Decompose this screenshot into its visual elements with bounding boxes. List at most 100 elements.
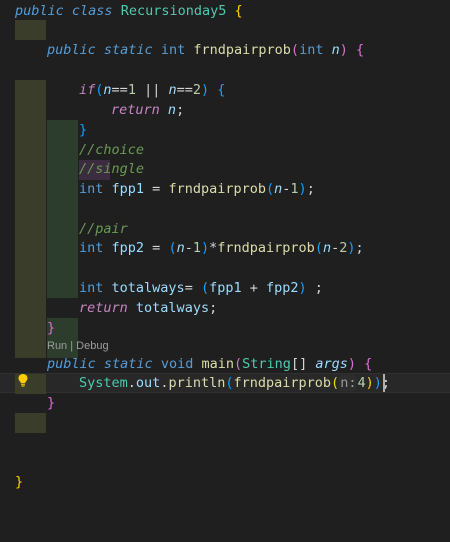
- code-line-17[interactable]: }: [0, 318, 450, 358]
- number: 1: [127, 82, 136, 98]
- param-type: int: [299, 42, 324, 58]
- code-line-5[interactable]: if(n==1 || n==2) {: [0, 80, 450, 140]
- type-void: void: [160, 356, 194, 372]
- code-line-7[interactable]: }: [0, 120, 450, 180]
- code-line-1[interactable]: public class Recursionday5 {: [0, 1, 450, 21]
- number: 1: [192, 240, 201, 256]
- keyword-static: static: [103, 42, 153, 58]
- code-line-3[interactable]: public static int frndpairprob(int n) {: [0, 40, 450, 60]
- semicolon: ;: [176, 102, 185, 118]
- number: 4: [357, 375, 366, 391]
- open-paren: (: [200, 280, 210, 296]
- open-paren: (: [225, 375, 234, 391]
- method-name-main: main: [201, 356, 235, 372]
- keyword-return: return: [111, 102, 160, 118]
- code-line-20[interactable]: }: [0, 393, 450, 433]
- operator-assign: =: [144, 240, 169, 256]
- open-paren: (: [168, 240, 177, 256]
- number: 2: [192, 82, 202, 98]
- code-line-18[interactable]: public static void main(String[] args) {: [0, 354, 450, 394]
- operator: ==: [111, 82, 128, 98]
- keyword-class: class: [71, 3, 113, 19]
- operator-assign: =: [144, 181, 169, 197]
- comment: //pair: [79, 221, 128, 237]
- type-int: int: [79, 181, 104, 197]
- param-name: n: [331, 42, 340, 58]
- close-brace: }: [47, 320, 56, 336]
- open-paren: (: [290, 42, 300, 58]
- keyword-static: static: [103, 356, 153, 372]
- code-line-16[interactable]: return totalways;: [0, 298, 450, 358]
- code-line-4-blank[interactable]: [0, 60, 450, 100]
- code-line-21[interactable]: }: [0, 472, 450, 492]
- semicolon: ;: [306, 280, 323, 296]
- var-fpp2: fpp2: [266, 280, 299, 296]
- close-paren: ): [347, 356, 356, 372]
- var-n: n: [168, 82, 177, 98]
- type-int: int: [160, 42, 186, 58]
- codelens-run-link[interactable]: Run: [47, 340, 67, 352]
- comment: //single: [79, 161, 145, 177]
- method-call: frndpairprob: [217, 240, 315, 256]
- operator-plus: +: [241, 280, 266, 296]
- keyword-if: if: [79, 82, 96, 98]
- open-paren: (: [265, 181, 275, 197]
- comment: //choice: [79, 142, 145, 158]
- close-paren: ): [298, 280, 307, 296]
- var-totalways: totalways: [111, 280, 185, 296]
- code-line-13[interactable]: int fpp2 = (n-1)*frndpairprob(n-2);: [0, 238, 450, 298]
- close-brace: }: [15, 474, 24, 490]
- code-line-15[interactable]: int totalways= (fpp1 + fpp2) ;: [0, 278, 450, 338]
- var-n: n: [167, 102, 177, 118]
- operator-minus: -: [184, 240, 193, 256]
- operator: ==: [176, 82, 193, 98]
- code-line-14-blank[interactable]: [0, 258, 450, 298]
- codelens-debug-link[interactable]: Debug: [76, 340, 108, 352]
- dot: .: [127, 375, 136, 391]
- close-paren: ): [201, 240, 210, 256]
- class-system: System: [79, 375, 128, 391]
- semicolon: ;: [355, 240, 364, 256]
- code-line-11-blank[interactable]: [0, 199, 450, 259]
- open-paren: (: [314, 240, 323, 256]
- code-line-8[interactable]: //choice: [0, 140, 450, 200]
- codelens: Run | Debug: [47, 338, 109, 354]
- close-paren: ): [201, 82, 210, 98]
- semicolon: ;: [306, 181, 315, 197]
- close-paren: ): [298, 181, 307, 197]
- indent-guide: [15, 413, 46, 433]
- type-int: int: [79, 240, 104, 256]
- var-n: n: [322, 240, 332, 256]
- number: 1: [290, 181, 299, 197]
- text-cursor: [383, 374, 385, 392]
- close-paren: ): [347, 240, 356, 256]
- keyword-return: return: [79, 300, 128, 316]
- inlay-param-hint: n:: [339, 375, 358, 391]
- var-fpp1: fpp1: [209, 280, 242, 296]
- code-line-6[interactable]: return n;: [0, 100, 450, 180]
- codelens-separator: |: [67, 340, 77, 352]
- close-paren: ): [365, 375, 374, 391]
- keyword-public: public: [47, 356, 96, 372]
- method-call: frndpairprob: [233, 375, 332, 391]
- close-brace: }: [79, 122, 88, 138]
- method-call: frndpairprob: [168, 181, 266, 197]
- open-brace: {: [356, 42, 365, 58]
- operator-assign: =: [184, 280, 201, 296]
- var-n: n: [103, 82, 112, 98]
- code-line-9[interactable]: //single: [0, 159, 450, 219]
- keyword-public: public: [47, 42, 96, 58]
- var-fpp1: fpp1: [111, 181, 145, 197]
- keyword-public: public: [15, 3, 64, 19]
- var-totalways: totalways: [135, 300, 210, 316]
- code-editor[interactable]: public class Recursionday5 { public stat…: [0, 0, 450, 542]
- var-fpp2: fpp2: [111, 240, 145, 256]
- code-line-2-blank[interactable]: [0, 20, 450, 40]
- open-paren: (: [234, 356, 243, 372]
- code-line-10[interactable]: int fpp1 = frndpairprob(n-1);: [0, 179, 450, 239]
- method-println: println: [168, 375, 226, 391]
- close-paren: ): [339, 42, 348, 58]
- array-brackets: []: [290, 356, 308, 372]
- class-name: Recursionday5: [120, 3, 227, 19]
- code-line-12[interactable]: //pair: [0, 219, 450, 279]
